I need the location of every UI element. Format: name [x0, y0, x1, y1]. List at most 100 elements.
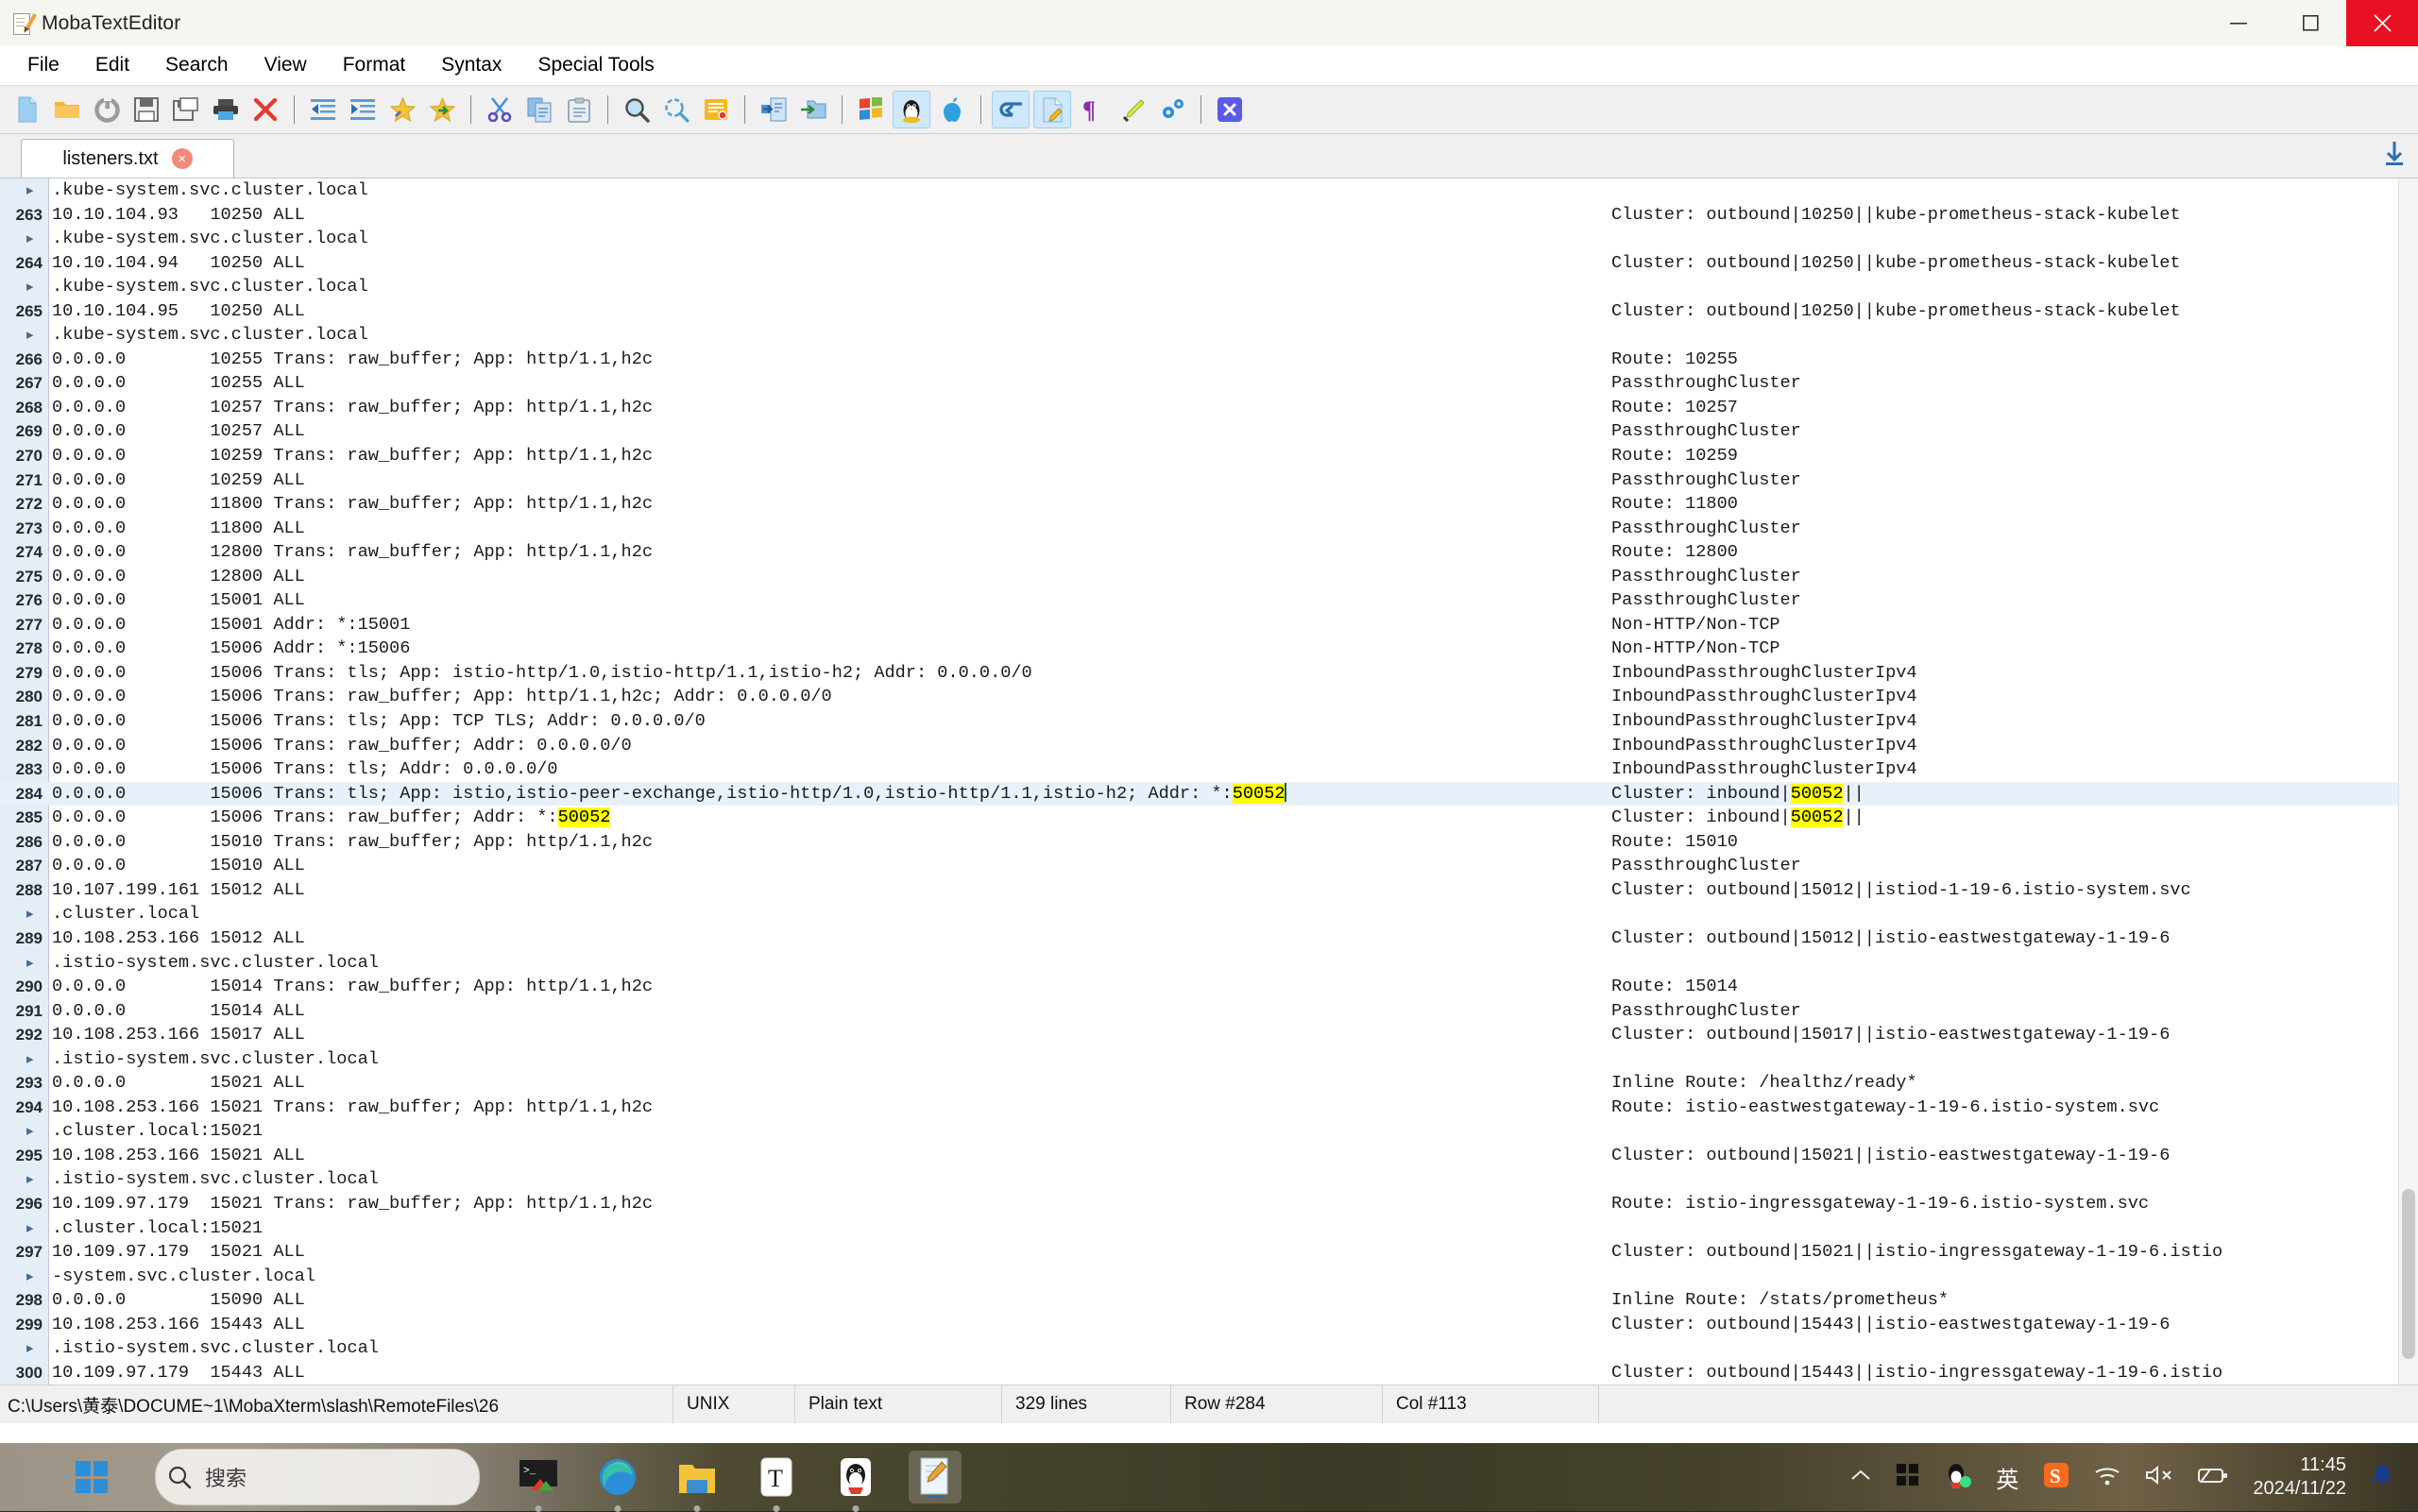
editor-line[interactable]: 300 10.109.97.179 15443 ALL Cluster: outbo…: [0, 1361, 2399, 1385]
cut-icon[interactable]: [482, 92, 518, 127]
menu-file[interactable]: File: [11, 51, 76, 79]
reload-icon[interactable]: [89, 92, 125, 127]
editor-line[interactable]: 280 0.0.0.0 15006 Trans: raw_buffer; App:…: [0, 685, 2399, 709]
editor-line[interactable]: 282 0.0.0.0 15006 Trans: raw_buffer; Addr…: [0, 734, 2399, 758]
ime-language-icon[interactable]: 英: [1996, 1461, 2018, 1494]
editor-line[interactable]: 285 0.0.0.0 15006 Trans: raw_buffer; Addr…: [0, 806, 2399, 830]
mobaxterm-taskbar-icon[interactable]: >_: [512, 1451, 565, 1512]
editor-line[interactable]: 294 10.108.253.166 15021 Trans: raw_buffe…: [0, 1096, 2399, 1120]
sogou-input-icon[interactable]: S: [2043, 1462, 2069, 1493]
open-folder-icon[interactable]: [49, 92, 85, 127]
editor-line[interactable]: 287 0.0.0.0 15010 ALL PassthroughCluster: [0, 854, 2399, 878]
editor-line[interactable]: ▸ .istio-system.svc.cluster.local: [0, 1336, 2399, 1361]
menu-special-tools[interactable]: Special Tools: [521, 51, 670, 79]
editor-line[interactable]: 279 0.0.0.0 15006 Trans: tls; App: istio-…: [0, 661, 2399, 686]
close-red-x-icon[interactable]: [247, 92, 283, 127]
editor-line[interactable]: 297 10.109.97.179 15021 ALL Cluster: outbo…: [0, 1240, 2399, 1265]
editor-line[interactable]: 269 0.0.0.0 10257 ALL PassthroughCluster: [0, 419, 2399, 444]
editor-line[interactable]: 270 0.0.0.0 10259 Trans: raw_buffer; App:…: [0, 444, 2399, 468]
editor-line[interactable]: ▸ .kube-system.svc.cluster.local: [0, 227, 2399, 251]
copy-icon[interactable]: [521, 92, 557, 127]
increase-indent-icon[interactable]: [345, 92, 381, 127]
show-hidden-icons-chevron[interactable]: [1850, 1469, 1871, 1487]
editor-line[interactable]: 278 0.0.0.0 15006 Addr: *:15006 Non-HTTP/N…: [0, 637, 2399, 661]
editor-line[interactable]: 291 0.0.0.0 15014 ALL PassthroughCluster: [0, 999, 2399, 1024]
menu-syntax[interactable]: Syntax: [425, 51, 518, 79]
menu-search[interactable]: Search: [149, 51, 245, 79]
print-icon[interactable]: [208, 92, 244, 127]
find-icon[interactable]: [619, 92, 655, 127]
linux-format-icon[interactable]: [893, 91, 930, 128]
text-editor-area[interactable]: ▸ .kube-system.svc.cluster.local 263 10.10.…: [0, 178, 2418, 1385]
new-file-icon[interactable]: [9, 92, 45, 127]
editor-line[interactable]: 271 0.0.0.0 10259 ALL PassthroughCluster: [0, 468, 2399, 493]
editor-line[interactable]: 275 0.0.0.0 12800 ALL PassthroughCluster: [0, 565, 2399, 589]
qq-tray-icon[interactable]: [1945, 1461, 1972, 1494]
menu-view[interactable]: View: [248, 51, 323, 79]
editor-line[interactable]: 281 0.0.0.0 15006 Trans: tls; App: TCP TL…: [0, 709, 2399, 734]
editor-line[interactable]: ▸ -system.svc.cluster.local: [0, 1265, 2399, 1289]
minimize-button[interactable]: [2203, 0, 2274, 46]
editor-line[interactable]: ▸ .istio-system.svc.cluster.local: [0, 1047, 2399, 1072]
editor-line[interactable]: ▸ .kube-system.svc.cluster.local: [0, 178, 2399, 203]
editor-line[interactable]: ▸ .kube-system.svc.cluster.local: [0, 323, 2399, 348]
show-pilcrow-icon[interactable]: ¶: [1075, 92, 1111, 127]
editor-line[interactable]: ▸ .kube-system.svc.cluster.local: [0, 275, 2399, 299]
editor-line[interactable]: 266 0.0.0.0 10255 Trans: raw_buffer; App:…: [0, 348, 2399, 372]
editor-line[interactable]: ▸ .cluster.local:15021: [0, 1216, 2399, 1241]
bell-icon[interactable]: [2371, 1463, 2393, 1492]
send-to-folder-icon[interactable]: [795, 92, 831, 127]
edge-browser-taskbar-icon[interactable]: [591, 1451, 644, 1512]
vertical-scrollbar[interactable]: [2398, 178, 2418, 1385]
tab-listeners-txt[interactable]: listeners.txt ×: [21, 139, 234, 178]
typora-taskbar-icon[interactable]: T: [750, 1451, 803, 1512]
paste-icon[interactable]: [561, 92, 597, 127]
editor-line[interactable]: 293 0.0.0.0 15021 ALL Inline Route: /healt…: [0, 1071, 2399, 1096]
start-button-icon[interactable]: [76, 1461, 108, 1493]
editor-line[interactable]: 263 10.10.104.93 10250 ALL Cluster: outbou…: [0, 203, 2399, 228]
editor-line[interactable]: ▸ .cluster.local:15021: [0, 1119, 2399, 1144]
goto-line-icon[interactable]: [698, 92, 734, 127]
decrease-indent-icon[interactable]: [305, 92, 341, 127]
editor-line[interactable]: 295 10.108.253.166 15021 ALL Cluster: outb…: [0, 1144, 2399, 1168]
editor-line[interactable]: 299 10.108.253.166 15443 ALL Cluster: outb…: [0, 1313, 2399, 1337]
editor-line[interactable]: 268 0.0.0.0 10257 Trans: raw_buffer; App:…: [0, 396, 2399, 420]
exit-blue-x-icon[interactable]: [1212, 92, 1248, 127]
editor-line[interactable]: 273 0.0.0.0 11800 ALL PassthroughCluster: [0, 517, 2399, 541]
editor-line[interactable]: 274 0.0.0.0 12800 Trans: raw_buffer; App:…: [0, 540, 2399, 565]
find-replace-icon[interactable]: [658, 92, 694, 127]
volume-muted-icon[interactable]: [2145, 1465, 2173, 1490]
download-arrow-icon[interactable]: [2384, 141, 2405, 172]
battery-icon[interactable]: [2198, 1466, 2228, 1489]
settings-gears-icon[interactable]: [1154, 92, 1190, 127]
file-explorer-taskbar-icon[interactable]: [671, 1451, 724, 1512]
widgets-icon[interactable]: [1896, 1463, 1920, 1492]
editor-line[interactable]: 272 0.0.0.0 11800 Trans: raw_buffer; App:…: [0, 492, 2399, 517]
editor-line[interactable]: 265 10.10.104.95 10250 ALL Cluster: outbou…: [0, 299, 2399, 324]
word-wrap-icon[interactable]: [992, 91, 1030, 128]
edit-mode-icon[interactable]: [1033, 91, 1071, 128]
editor-line[interactable]: 283 0.0.0.0 15006 Trans: tls; Addr: 0.0.0…: [0, 757, 2399, 782]
taskbar-clock[interactable]: 11:45 2024/11/22: [2253, 1453, 2346, 1501]
taskbar-search-box[interactable]: 搜索: [155, 1449, 480, 1505]
wifi-icon[interactable]: [2094, 1465, 2120, 1490]
close-button[interactable]: [2346, 0, 2418, 46]
editor-line[interactable]: 277 0.0.0.0 15001 Addr: *:15001 Non-HTTP/N…: [0, 613, 2399, 637]
save-icon[interactable]: [128, 92, 164, 127]
editor-line[interactable]: 289 10.108.253.166 15012 ALL Cluster: outb…: [0, 926, 2399, 951]
editor-line[interactable]: 276 0.0.0.0 15001 ALL PassthroughCluster: [0, 588, 2399, 613]
vertical-scrollbar-thumb[interactable]: [2402, 1189, 2415, 1359]
maximize-button[interactable]: [2274, 0, 2346, 46]
editor-line[interactable]: 284 0.0.0.0 15006 Trans: tls; App: istio,…: [0, 781, 2399, 807]
editor-line[interactable]: ▸ .istio-system.svc.cluster.local: [0, 951, 2399, 976]
windows-format-icon[interactable]: [853, 92, 889, 127]
editor-line[interactable]: 264 10.10.104.94 10250 ALL Cluster: outbou…: [0, 251, 2399, 276]
editor-line[interactable]: ▸ .istio-system.svc.cluster.local: [0, 1167, 2399, 1192]
qq-taskbar-icon[interactable]: [829, 1451, 882, 1512]
editor-line[interactable]: ▸ .cluster.local: [0, 902, 2399, 926]
tab-close-icon[interactable]: ×: [171, 148, 193, 169]
bookmark-next-icon[interactable]: [424, 92, 460, 127]
highlighter-icon[interactable]: [1115, 92, 1150, 127]
editor-line[interactable]: 292 10.108.253.166 15017 ALL Cluster: outb…: [0, 1023, 2399, 1047]
editor-line[interactable]: 290 0.0.0.0 15014 Trans: raw_buffer; App:…: [0, 975, 2399, 999]
